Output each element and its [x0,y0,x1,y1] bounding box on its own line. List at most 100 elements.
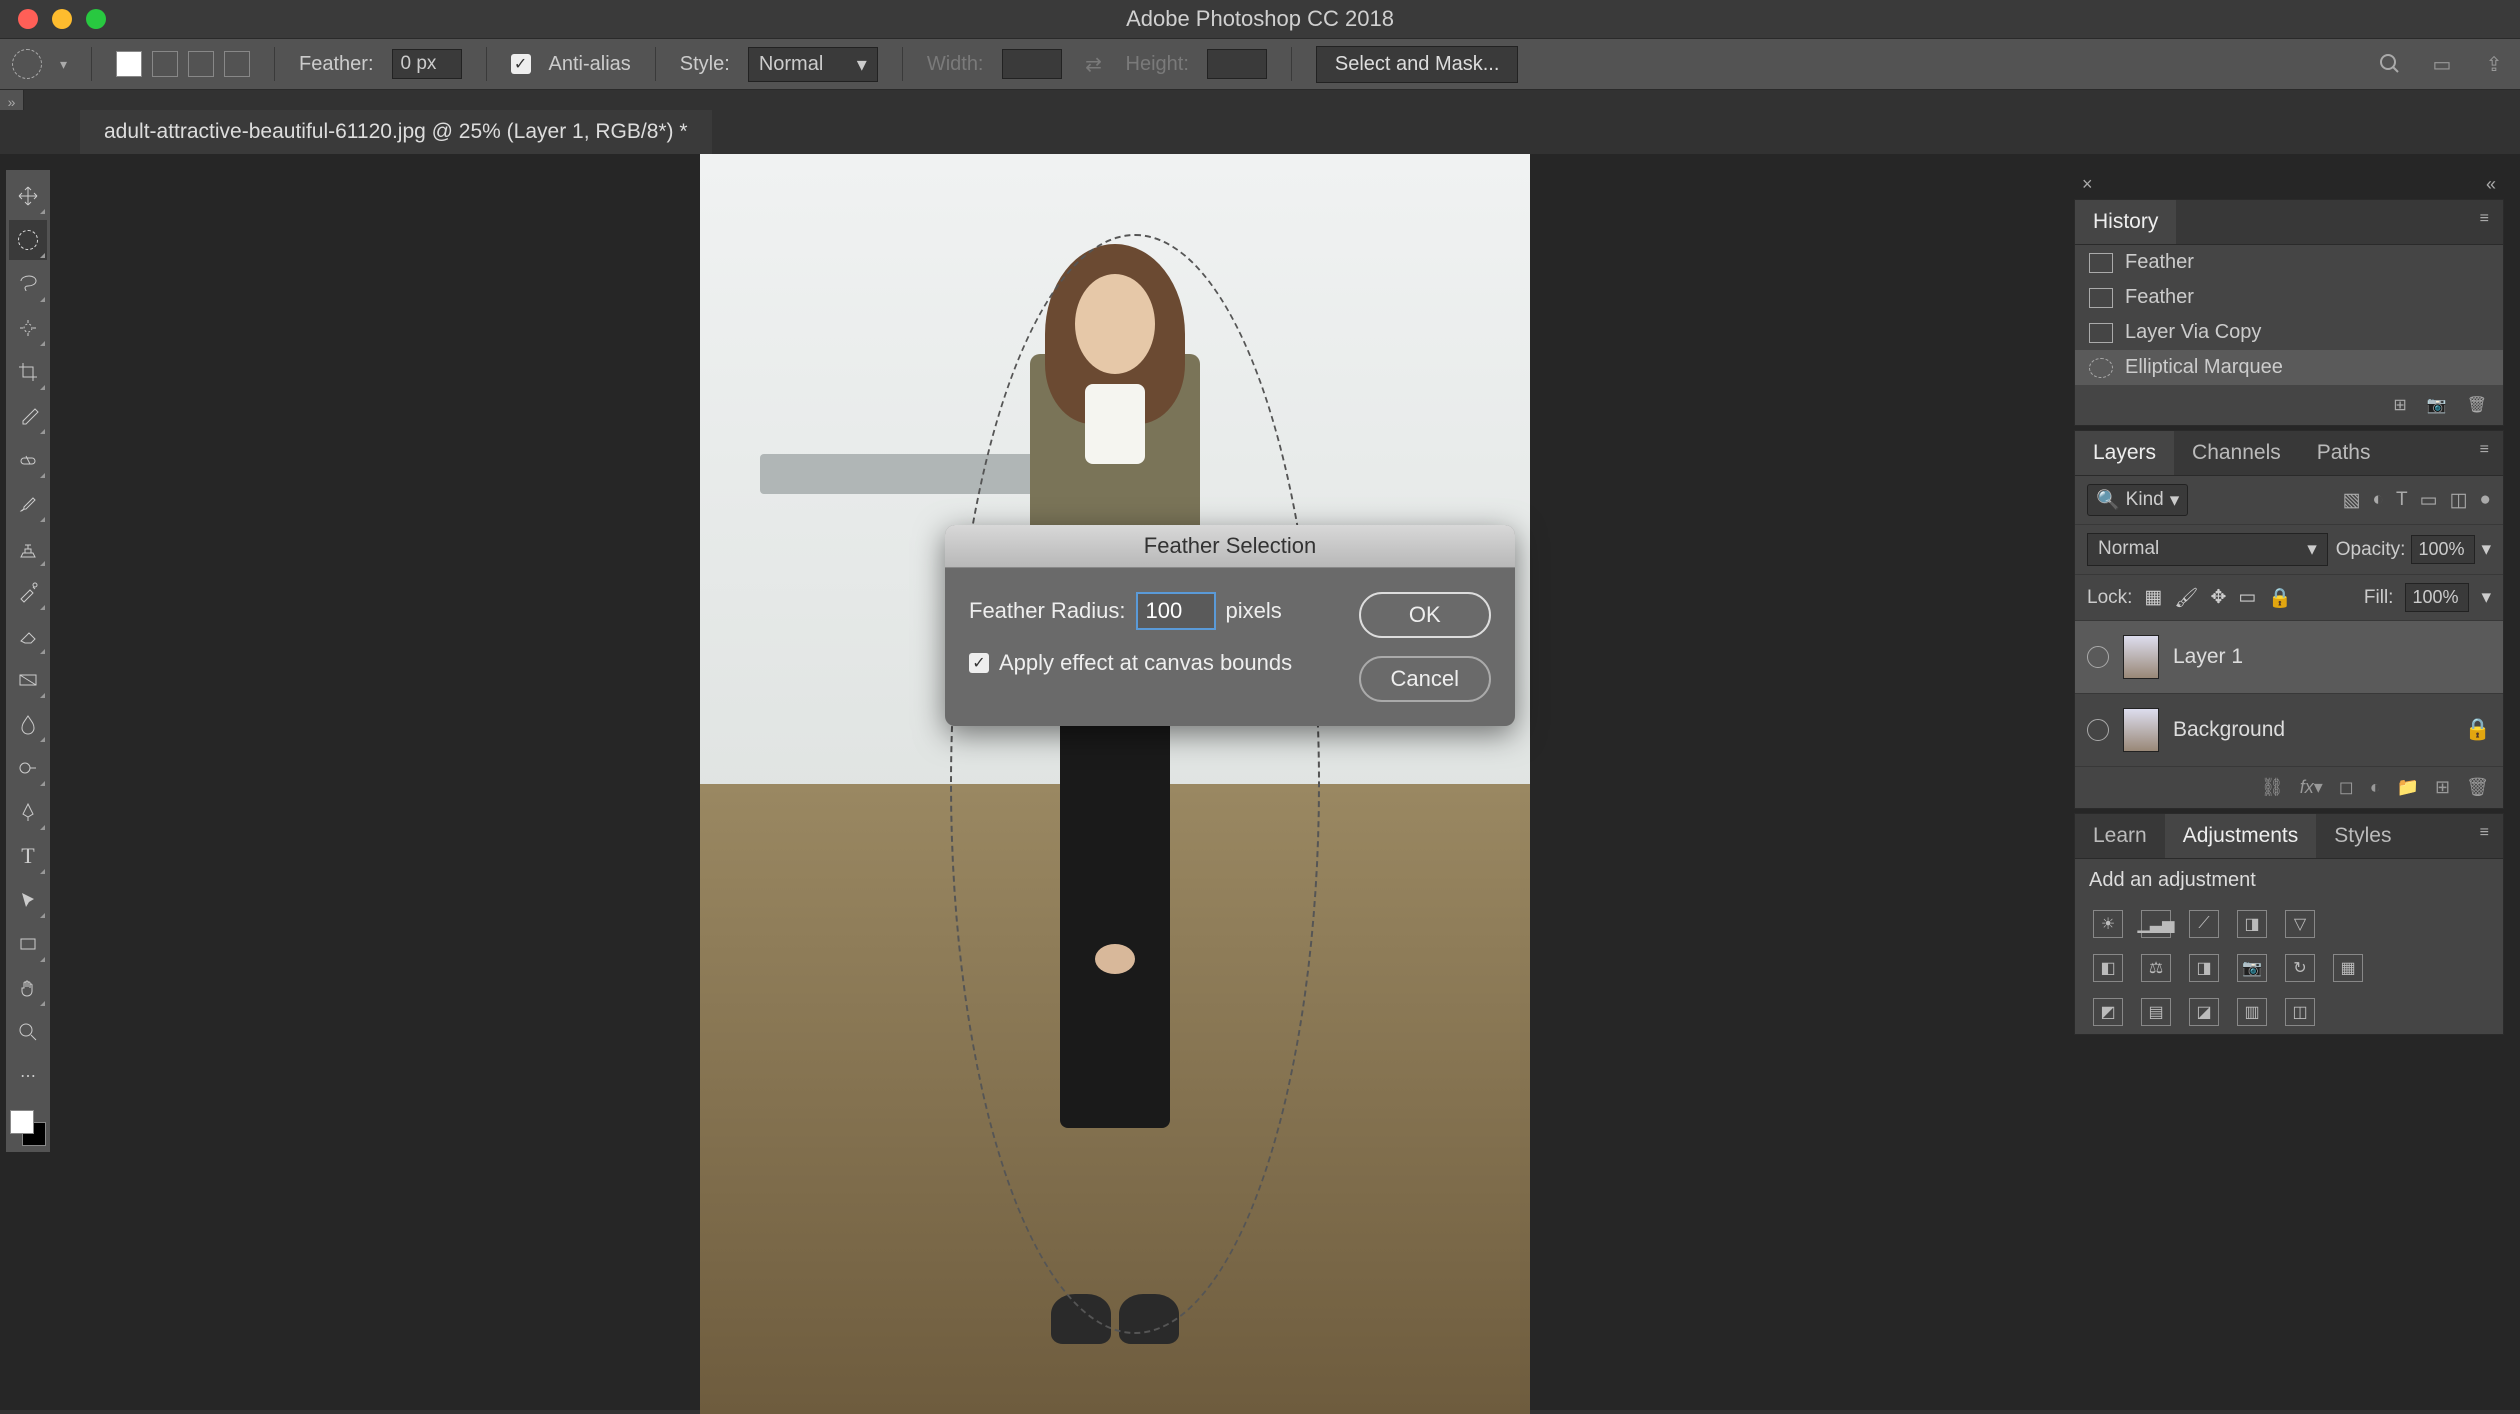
adjustments-tab[interactable]: Adjustments [2165,814,2317,858]
pen-tool[interactable] [9,792,47,832]
filter-shape-icon[interactable]: ▭ [2420,489,2438,512]
trash-icon[interactable]: 🗑 [2466,777,2489,798]
hand-tool[interactable] [9,968,47,1008]
selective-color-icon[interactable]: ◫ [2285,998,2315,1026]
gradient-tool[interactable] [9,660,47,700]
layer-row[interactable]: Background 🔒 [2075,694,2503,767]
filter-pixel-icon[interactable]: ▧ [2343,489,2361,512]
antialias-checkbox[interactable]: ✓ [511,54,531,74]
rectangle-tool[interactable] [9,924,47,964]
fill-input[interactable] [2405,583,2469,612]
panel-menu-icon[interactable]: ≡ [2466,814,2503,858]
eyedropper-tool[interactable] [9,396,47,436]
style-dropdown[interactable]: Normal▾ [748,47,878,82]
layer-filter-kind[interactable]: 🔍Kind▾ [2087,484,2188,516]
minimize-window-icon[interactable] [52,9,72,29]
select-and-mask-button[interactable]: Select and Mask... [1316,46,1519,83]
search-icon[interactable] [2376,50,2404,78]
foreground-color-swatch[interactable] [10,1110,34,1134]
panel-menu-icon[interactable]: ≡ [2466,200,2503,244]
panel-menu-icon[interactable]: ≡ [2466,431,2503,475]
mask-icon[interactable]: ◻ [2339,777,2354,798]
history-item[interactable]: Feather [2075,245,2503,280]
learn-tab[interactable]: Learn [2075,814,2165,858]
filter-toggle-icon[interactable]: ● [2480,489,2491,512]
blur-tool[interactable] [9,704,47,744]
photo-filter-icon[interactable]: 📷 [2237,954,2267,982]
quick-select-tool[interactable] [9,308,47,348]
lock-all-icon[interactable]: 🔒 [2268,586,2292,610]
blend-mode-dropdown[interactable]: Normal▾ [2087,533,2328,566]
apply-bounds-checkbox[interactable]: ✓ [969,653,989,673]
vibrance-icon[interactable]: ▽ [2285,910,2315,938]
healing-brush-tool[interactable] [9,440,47,480]
eraser-tool[interactable] [9,616,47,656]
history-item[interactable]: Layer Via Copy [2075,315,2503,350]
move-tool[interactable] [9,176,47,216]
panel-dock-toggle[interactable]: » [0,90,24,110]
export-icon[interactable]: ⇪ [2480,50,2508,78]
filter-smart-icon[interactable]: ◫ [2450,489,2468,512]
color-swatches[interactable] [10,1110,46,1146]
new-layer-icon[interactable]: ⊞ [2435,777,2450,798]
elliptical-marquee-selection[interactable] [950,234,1320,1334]
maximize-window-icon[interactable] [86,9,106,29]
document-tab[interactable]: adult-attractive-beautiful-61120.jpg @ 2… [80,110,712,154]
close-window-icon[interactable] [18,9,38,29]
levels-icon[interactable]: ▁▃▅ [2141,910,2171,938]
invert-icon[interactable]: ◩ [2093,998,2123,1026]
history-brush-tool[interactable] [9,572,47,612]
brightness-icon[interactable]: ☀ [2093,910,2123,938]
threshold-icon[interactable]: ◪ [2189,998,2219,1026]
lock-transparent-icon[interactable]: ▦ [2144,586,2162,609]
layer-thumbnail[interactable] [2123,708,2159,752]
active-tool-icon[interactable] [12,49,42,79]
layer-thumbnail[interactable] [2123,635,2159,679]
lock-position-icon[interactable]: ✥ [2211,586,2227,609]
layer-row[interactable]: Layer 1 [2075,621,2503,694]
clone-stamp-tool[interactable] [9,528,47,568]
trash-icon[interactable]: 🗑 [2467,395,2487,415]
ok-button[interactable]: OK [1359,592,1491,638]
exposure-icon[interactable]: ◨ [2237,910,2267,938]
cancel-button[interactable]: Cancel [1359,656,1491,702]
visibility-icon[interactable] [2087,719,2109,741]
history-item[interactable]: Elliptical Marquee [2075,350,2503,385]
intersect-selection-icon[interactable] [224,51,250,77]
canvas[interactable] [700,154,1530,1414]
tool-preset-chevron-icon[interactable]: ▾ [60,56,67,73]
type-tool[interactable]: T [9,836,47,876]
filter-adjust-icon[interactable]: ◐ [2373,489,2384,512]
gradient-map-icon[interactable]: ▥ [2237,998,2267,1026]
posterize-icon[interactable]: ▤ [2141,998,2171,1026]
filter-type-icon[interactable]: T [2396,489,2408,512]
layer-name[interactable]: Layer 1 [2173,645,2243,669]
history-tab[interactable]: History [2075,200,2176,244]
layers-tab[interactable]: Layers [2075,431,2174,475]
curves-icon[interactable]: ⟋ [2189,910,2219,938]
marquee-tool[interactable] [9,220,47,260]
channels-tab[interactable]: Channels [2174,431,2299,475]
balance-icon[interactable]: ⚖ [2141,954,2171,982]
group-icon[interactable]: 📁 [2397,777,2419,798]
brush-tool[interactable] [9,484,47,524]
layer-name[interactable]: Background [2173,718,2285,742]
panel-close-icon[interactable]: × [2082,174,2093,195]
subtract-selection-icon[interactable] [188,51,214,77]
feather-radius-input[interactable] [1136,592,1216,630]
dodge-tool[interactable] [9,748,47,788]
lut-icon[interactable]: ▦ [2333,954,2363,982]
crop-tool[interactable] [9,352,47,392]
edit-toolbar-icon[interactable]: ⋯ [9,1056,47,1096]
opacity-input[interactable] [2411,535,2475,564]
snapshot-icon[interactable]: 📷 [2427,395,2447,415]
styles-tab[interactable]: Styles [2316,814,2409,858]
history-item[interactable]: Feather [2075,280,2503,315]
create-document-icon[interactable]: ⊞ [2393,395,2406,415]
lock-artboard-icon[interactable]: ▭ [2238,586,2256,609]
zoom-tool[interactable] [9,1012,47,1052]
path-select-tool[interactable] [9,880,47,920]
mixer-icon[interactable]: ↻ [2285,954,2315,982]
bw-icon[interactable]: ◨ [2189,954,2219,982]
lock-pixels-icon[interactable]: 🖌 [2174,586,2198,610]
